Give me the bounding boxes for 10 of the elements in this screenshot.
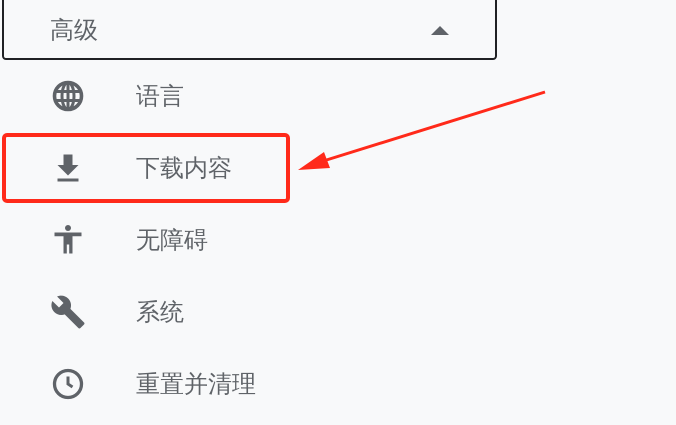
- clock-icon: [50, 366, 86, 402]
- menu-item[interactable]: 无障碍: [136, 222, 208, 258]
- menu-item[interactable]: 下载内容: [136, 150, 232, 186]
- menu-item[interactable]: 系统: [136, 294, 184, 330]
- caret-icon: [431, 26, 449, 34]
- globe-icon: [50, 78, 86, 114]
- advanced-section-header[interactable]: 高级: [2, 0, 497, 60]
- wrench-icon: [50, 294, 86, 330]
- menu-item[interactable]: 重置并清理: [136, 366, 256, 402]
- menu-item[interactable]: 语言: [136, 78, 184, 114]
